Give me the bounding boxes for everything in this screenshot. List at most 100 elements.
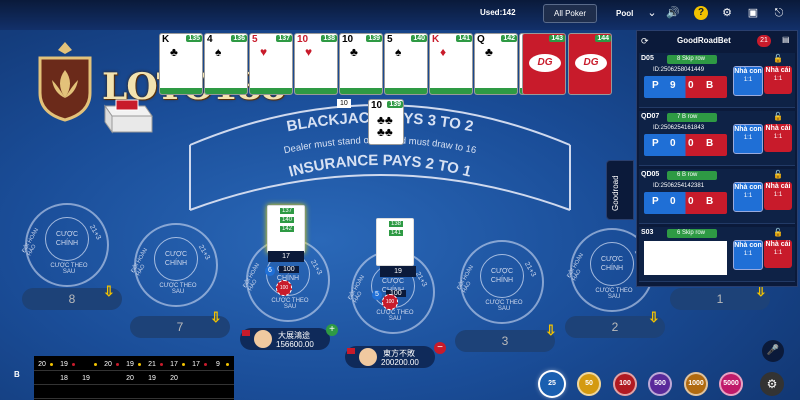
side-bet-21plus3[interactable]: 21+3	[197, 244, 211, 261]
card-suit: ♣	[485, 45, 493, 59]
gear-icon[interactable]: ⚙	[720, 6, 734, 20]
follow-bet-spot[interactable]: CƯỢC THEO SAU	[373, 310, 417, 322]
skip-badge: 6 Skip row	[667, 229, 717, 238]
main-bet-spot[interactable]: CƯỢC CHÍNH	[590, 242, 634, 286]
bead: B	[706, 80, 714, 91]
bead: 0	[688, 138, 694, 149]
round-id: ID:2506254161843	[653, 125, 705, 131]
chip-100[interactable]: 100	[613, 372, 637, 396]
follow-bet-spot[interactable]: CƯỢC THEO SAU	[592, 288, 636, 300]
mic-icon[interactable]: 🎤	[762, 340, 784, 362]
card-suit: ♠	[395, 45, 402, 59]
road-grid-line	[34, 384, 234, 385]
game-screen: BLACKJACK PAYS 3 TO 2 Dealer must stand …	[0, 0, 800, 400]
chip-25[interactable]: 25	[540, 372, 564, 396]
card-rank: K	[432, 34, 440, 45]
card-footer	[205, 88, 247, 94]
bead-track: P00B	[644, 192, 727, 214]
side-bet-21plus3[interactable]: 21+3	[414, 271, 428, 288]
follow-bet-spot[interactable]: CƯỢC THEO SAU	[482, 300, 526, 312]
road-dot	[116, 363, 119, 366]
refresh-icon[interactable]: ⟳	[641, 36, 649, 47]
side-bet-perfect-pairs[interactable]: ĐÔI HOÀN HẢO	[242, 260, 267, 292]
plus-icon[interactable]: +	[326, 324, 338, 336]
option-label: Nhà cái	[765, 67, 791, 74]
dealer-card: 10 139 ♣	[339, 33, 383, 95]
chip-50[interactable]: 50	[577, 372, 601, 396]
card-footer	[385, 88, 427, 94]
road-grid-line	[34, 398, 234, 399]
chip-5000[interactable]: 5000	[719, 372, 743, 396]
lock-icon[interactable]: 🔓	[773, 54, 783, 63]
card-suit: ♠	[215, 45, 222, 59]
chevron-down-icon[interactable]: ⌄	[645, 6, 659, 20]
lock-icon[interactable]: 🔓	[773, 170, 783, 179]
card-footer	[295, 88, 337, 94]
side-bet-perfect-pairs[interactable]: ĐÔI HOÀN HẢO	[566, 250, 591, 282]
player-balance: 156600.00	[276, 340, 314, 349]
speaker-icon[interactable]: 🔊	[666, 6, 680, 20]
option-ratio: 1:1	[773, 192, 783, 198]
chip-1000[interactable]: 1000	[684, 372, 708, 396]
betting-circle[interactable]: CƯỢC CHÍNH21+3 ĐÔI HOÀN HẢOCƯỢC THEO SAU	[21, 203, 109, 287]
main-bet-spot[interactable]: CƯỢC CHÍNH	[480, 254, 524, 298]
minus-icon[interactable]: −	[434, 342, 446, 354]
hand-total: 17	[268, 251, 304, 262]
bead: P	[652, 138, 659, 149]
exit-icon[interactable]: ⎋	[772, 6, 786, 20]
player-card-stack: 137 140 142	[267, 205, 305, 253]
dealer-card: 4 136 ♠	[204, 33, 248, 95]
goodroad-side-tab[interactable]: Goodroad	[606, 160, 634, 220]
card-number: 137	[280, 208, 295, 214]
side-bet-21plus3[interactable]: 21+3	[309, 259, 323, 276]
side-bet-perfect-pairs[interactable]: ĐÔI HOÀN HẢO	[347, 272, 372, 304]
road-label: B	[14, 370, 20, 379]
chip-settings-icon[interactable]: ⚙	[760, 372, 784, 396]
side-bet-perfect-pairs[interactable]: ĐÔI HOÀN HẢO	[456, 262, 481, 294]
goodroad-panel: ⟳ GoodRoadBet 21 ▤ D05 8 Skip row 🔓 ID:2506…	[636, 30, 798, 287]
side-bet-perfect-pairs[interactable]: ĐÔI HOÀN HẢO	[130, 245, 155, 277]
road-dot	[94, 363, 97, 366]
video-icon[interactable]: ▣	[746, 6, 760, 20]
option-ratio: 1:1	[743, 77, 753, 83]
side-tab-label: Goodroad	[611, 175, 620, 211]
dealer-back-card: 144 DG	[568, 33, 612, 95]
follow-bet-spot[interactable]: CƯỢC THEO SAU	[47, 263, 91, 275]
panel-close-icon[interactable]: ▤	[782, 35, 790, 44]
bet-player-button[interactable]: Nhà con 1:1	[733, 66, 763, 96]
bet-banker-button[interactable]: Nhà cái 1:1	[764, 124, 792, 152]
bet-banker-button[interactable]: Nhà cái 1:1	[764, 66, 792, 94]
side-bet-21plus3[interactable]: 21+3	[88, 224, 102, 241]
bet-banker-button[interactable]: Nhà cái 1:1	[764, 240, 792, 268]
betting-circle[interactable]: CƯỢC CHÍNH21+3 ĐÔI HOÀN HẢOCƯỢC THEO SAU	[130, 223, 218, 307]
help-icon[interactable]: ?	[694, 6, 708, 20]
road-dot	[182, 363, 185, 366]
lock-icon[interactable]: 🔓	[773, 228, 783, 237]
main-bet-spot[interactable]: CƯỢC CHÍNH	[45, 217, 89, 261]
bet-player-button[interactable]: Nhà con 1:1	[733, 182, 763, 212]
side-bet-perfect-pairs[interactable]: ĐÔI HOÀN HẢO	[21, 225, 46, 257]
bet-player-button[interactable]: Nhà con 1:1	[733, 124, 763, 154]
all-poker-button[interactable]: All Poker	[543, 4, 597, 23]
lock-icon[interactable]: 🔓	[773, 112, 783, 121]
follow-bet-spot[interactable]: CƯỢC THEO SAU	[268, 298, 312, 310]
seat-number[interactable]: 3	[455, 330, 555, 352]
bet-player-button[interactable]: Nhà con 1:1	[733, 240, 763, 270]
bet-banker-button[interactable]: Nhà cái 1:1	[764, 182, 792, 210]
betting-circle[interactable]: CƯỢC CHÍNH21+3 ĐÔI HOÀN HẢOCƯỢC THEO SAU	[456, 240, 544, 324]
side-bet-21plus3[interactable]: 21+3	[523, 261, 537, 278]
dealer-back-card: 143 DG	[522, 33, 566, 95]
chip-500[interactable]: 500	[648, 372, 672, 396]
bead-track: P00B	[644, 134, 727, 156]
bead: P	[652, 80, 659, 91]
main-bet-spot[interactable]: CƯỢC CHÍNH	[154, 237, 198, 281]
arrow-down-icon: ⇩	[545, 322, 557, 338]
follow-bet-spot[interactable]: CƯỢC THEO SAU	[156, 283, 200, 295]
round-id: ID:2506258041449	[653, 67, 705, 73]
road-grid-line	[34, 370, 234, 371]
card-number: 135	[186, 35, 202, 42]
player-tag-1: 大展鴻途 156600.00	[240, 328, 330, 350]
panel-title: GoodRoadBet	[677, 36, 731, 45]
card-number: 136	[231, 35, 247, 42]
logo-emblem	[38, 42, 92, 122]
